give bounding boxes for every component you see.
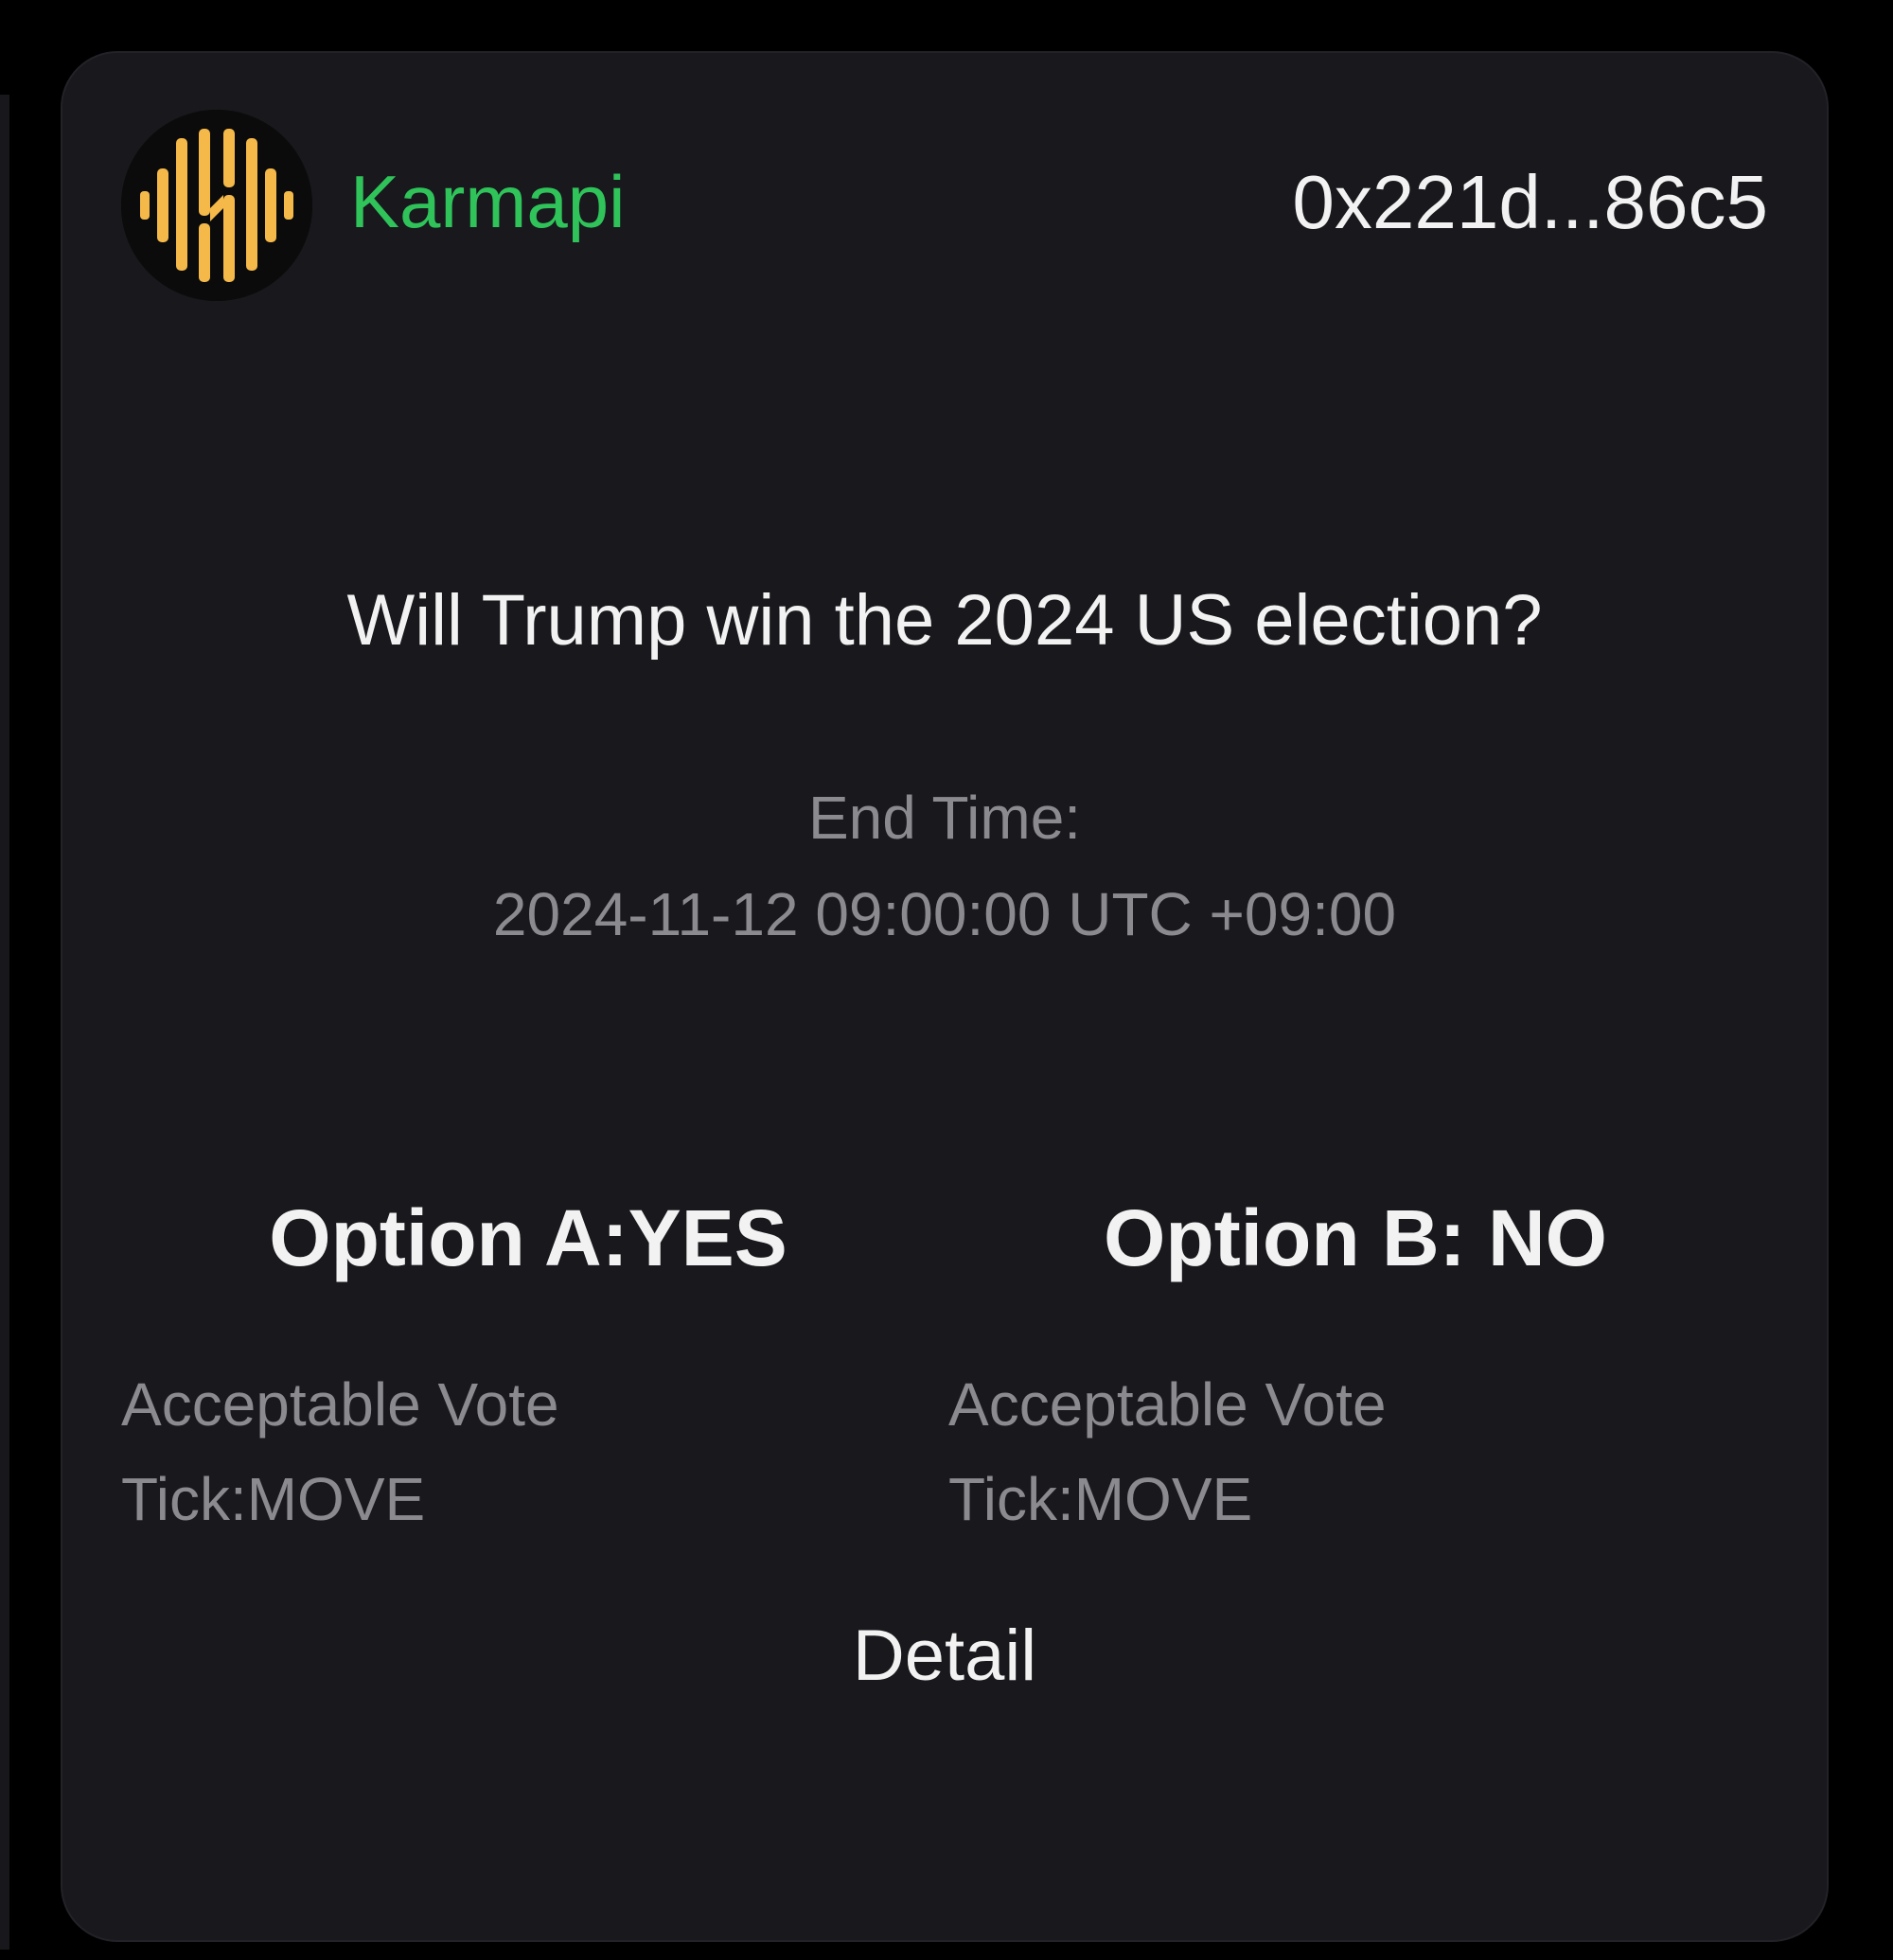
- option-b[interactable]: Option B: NO Acceptable Vote Tick:MOVE: [948, 1198, 1762, 1546]
- option-b-title: Option B: NO: [1104, 1193, 1607, 1282]
- detail-button[interactable]: Detail: [853, 1616, 1036, 1696]
- end-time-value: 2024-11-12 09:00:00 UTC +09:00: [492, 880, 1397, 948]
- option-a-tick: Tick:MOVE: [121, 1465, 426, 1533]
- prediction-card: Karmapi 0x221d...86c5 Will Trump win the…: [61, 51, 1829, 1942]
- brand-name: Karmapi: [350, 160, 626, 243]
- option-a-vote-label: Acceptable Vote: [121, 1370, 559, 1439]
- wallet-address[interactable]: 0x221d...86c5: [1292, 165, 1768, 240]
- option-b-description: Acceptable Vote Tick:MOVE: [948, 1357, 1762, 1546]
- option-a[interactable]: Option A:YES Acceptable Vote Tick:MOVE: [121, 1198, 935, 1546]
- option-b-tick: Tick:MOVE: [948, 1465, 1253, 1533]
- card-header: Karmapi 0x221d...86c5: [121, 110, 1768, 301]
- end-time-label: End Time:: [807, 784, 1082, 852]
- detail-button-row: Detail: [62, 1620, 1827, 1692]
- option-b-vote-label: Acceptable Vote: [948, 1370, 1387, 1439]
- karmapi-logo-icon: [121, 110, 312, 301]
- background-panel-edge: [0, 95, 9, 1950]
- option-a-title: Option A:YES: [269, 1193, 787, 1282]
- option-a-description: Acceptable Vote Tick:MOVE: [121, 1357, 935, 1546]
- question-title: Will Trump win the 2024 US election?: [346, 580, 1543, 661]
